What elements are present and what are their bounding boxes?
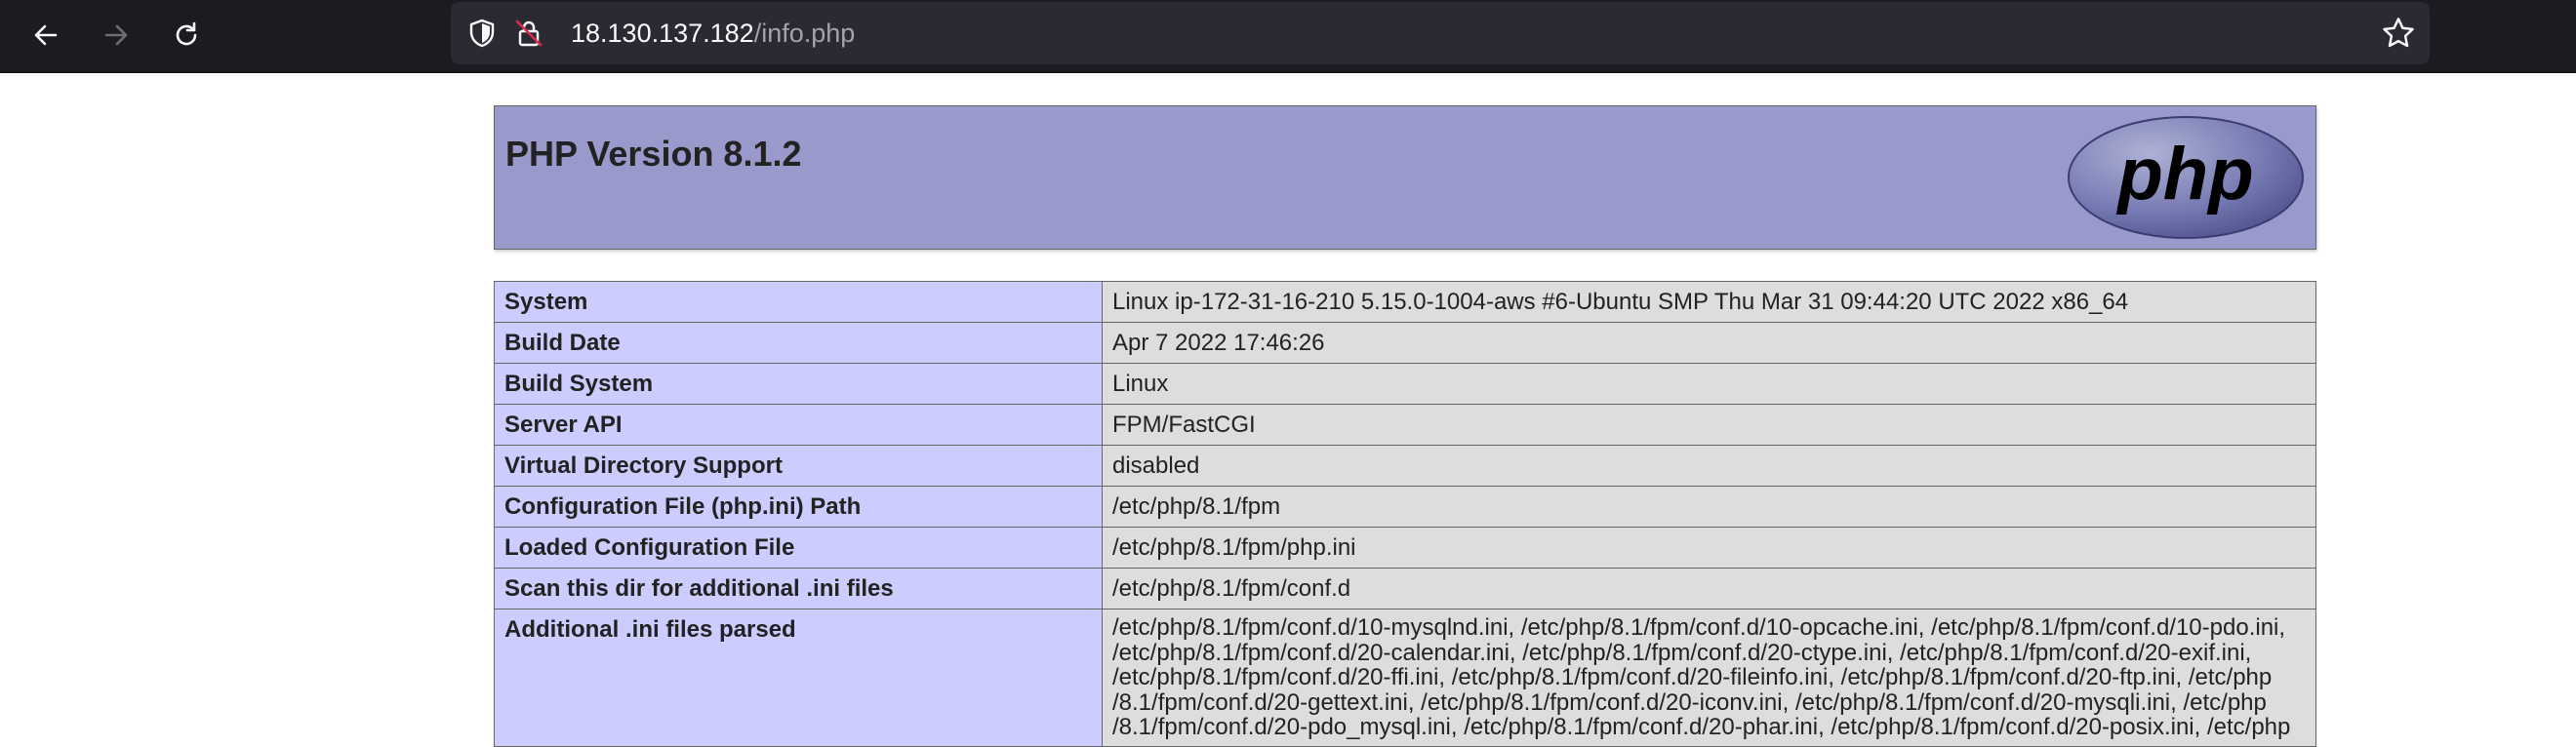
- table-row: Configuration File (php.ini) Path/etc/ph…: [494, 486, 2316, 528]
- row-value: /etc/php/8.1/fpm: [1102, 486, 2316, 528]
- table-row: Loaded Configuration File/etc/php/8.1/fp…: [494, 527, 2316, 569]
- ini-line: /8.1/fpm/conf.d/20-pdo_mysql.ini, /etc/p…: [1112, 714, 2291, 740]
- row-key: Build Date: [494, 322, 1103, 364]
- url-text[interactable]: 18.130.137.182/info.php: [571, 2, 855, 64]
- shield-icon[interactable]: [466, 18, 498, 49]
- url-bar[interactable]: 18.130.137.182/info.php: [451, 2, 2430, 64]
- bookmark-star-icon[interactable]: [2381, 16, 2416, 51]
- ini-line: /8.1/fpm/conf.d/20-gettext.ini, /etc/php…: [1112, 688, 2267, 716]
- page-title: PHP Version 8.1.2: [505, 134, 802, 174]
- reload-button[interactable]: [164, 13, 209, 58]
- system-info-table: System Linux ip-172-31-16-210 5.15.0-1004…: [494, 281, 2316, 747]
- table-row: Scan this dir for additional .ini files /…: [494, 568, 2316, 609]
- php-version-header: PHP Version 8.1.2 php: [494, 105, 2316, 250]
- row-key: Configuration File (php.ini) Path: [494, 486, 1103, 528]
- table-row: Build Date Apr 7 2022 17:46:26: [494, 322, 2316, 364]
- table-row: Virtual Directory Support disabled: [494, 445, 2316, 487]
- row-key: Loaded Configuration File: [494, 527, 1103, 569]
- forward-button[interactable]: [94, 13, 139, 58]
- row-key: Scan this dir for additional .ini files: [494, 568, 1103, 609]
- reload-icon: [176, 21, 197, 46]
- row-value: disabled: [1102, 445, 2316, 487]
- row-key: Server API: [494, 404, 1103, 446]
- row-key: Additional .ini files parsed: [494, 609, 1103, 747]
- table-row: Additional .ini files parsed /etc/php/8.…: [494, 609, 2316, 747]
- insecure-lock-icon[interactable]: [513, 18, 544, 49]
- row-value: Linux ip-172-31-16-210 5.15.0-1004-aws #…: [1102, 281, 2316, 323]
- row-value: Linux: [1102, 363, 2316, 405]
- forward-arrow-icon: [104, 24, 128, 46]
- browser-toolbar: 18.130.137.182/info.php: [0, 0, 2576, 73]
- url-path: /info.php: [753, 19, 856, 48]
- url-host: 18.130.137.182: [571, 19, 754, 48]
- row-key: System: [494, 281, 1103, 323]
- row-value: FPM/FastCGI: [1102, 404, 2316, 446]
- back-arrow-icon: [34, 24, 58, 46]
- phpinfo-page: PHP Version 8.1.2 php System Linux ip-172…: [494, 105, 2316, 747]
- row-key: Build System: [494, 363, 1103, 405]
- row-value-ini-files: /etc/php/8.1/fpm/conf.d/10-mysqlnd.ini, …: [1102, 609, 2316, 747]
- row-key: Virtual Directory Support: [494, 445, 1103, 487]
- php-logo[interactable]: php: [2066, 114, 2306, 241]
- table-row: Server API FPM/FastCGI: [494, 404, 2316, 446]
- svg-text:php: php: [2115, 133, 2253, 216]
- table-row: Build System Linux: [494, 363, 2316, 405]
- ini-line: /etc/php/8.1/fpm/conf.d/10-mysqlnd.ini, …: [1112, 614, 2286, 641]
- ini-line: /etc/php/8.1/fpm/conf.d/20-calendar.ini,…: [1112, 639, 2252, 666]
- table-row: System Linux ip-172-31-16-210 5.15.0-1004…: [494, 281, 2316, 323]
- row-value: Apr 7 2022 17:46:26: [1102, 322, 2316, 364]
- row-value: /etc/php/8.1/fpm/php.ini: [1102, 527, 2316, 569]
- ini-line: /etc/php/8.1/fpm/conf.d/20-ffi.ini, /etc…: [1112, 664, 2273, 690]
- back-button[interactable]: [23, 13, 68, 58]
- row-value: /etc/php/8.1/fpm/conf.d: [1102, 568, 2316, 609]
